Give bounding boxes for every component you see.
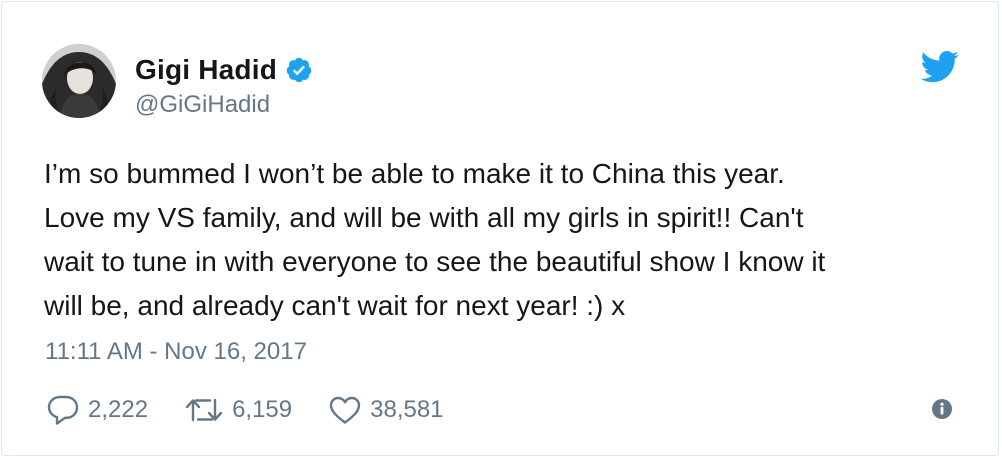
like-button[interactable]: 38,581 [328, 395, 444, 425]
tweet-text-line: Love my VS family, and will be with all … [44, 202, 804, 233]
retweet-button[interactable]: 6,159 [184, 396, 292, 424]
reply-count: 2,222 [88, 396, 149, 423]
author-display-name[interactable]: Gigi Hadid [135, 54, 277, 86]
author-handle[interactable]: @GiGiHadid [135, 91, 270, 119]
tweet-text-line: will be, and already can't wait for next… [44, 290, 626, 321]
like-count: 38,581 [370, 396, 444, 423]
avatar-image [42, 44, 116, 118]
tweet-timestamp[interactable]: 11:11 AM - Nov 16, 2017 [45, 338, 307, 366]
tweet-text-line: wait to tune in with everyone to see the… [44, 246, 826, 277]
retweet-count: 6,159 [232, 396, 293, 423]
twitter-bird-icon[interactable] [920, 51, 960, 83]
tweet-card: Gigi Hadid @GiGiHadid I’m so bummed I wo… [1, 1, 999, 456]
tweet-actions: 2,222 6,159 38,581 [46, 392, 480, 428]
info-icon[interactable] [932, 399, 952, 419]
verified-badge-icon [286, 57, 312, 83]
heart-icon [329, 396, 361, 424]
avatar[interactable] [42, 44, 116, 118]
reply-button[interactable]: 2,222 [46, 394, 148, 426]
retweet-icon [185, 398, 223, 422]
tweet-text-line: I’m so bummed I won’t be able to make it… [44, 158, 785, 189]
reply-icon [47, 395, 79, 425]
tweet-text: I’m so bummed I won’t be able to make it… [44, 152, 974, 328]
author-name-row: Gigi Hadid [135, 52, 313, 88]
